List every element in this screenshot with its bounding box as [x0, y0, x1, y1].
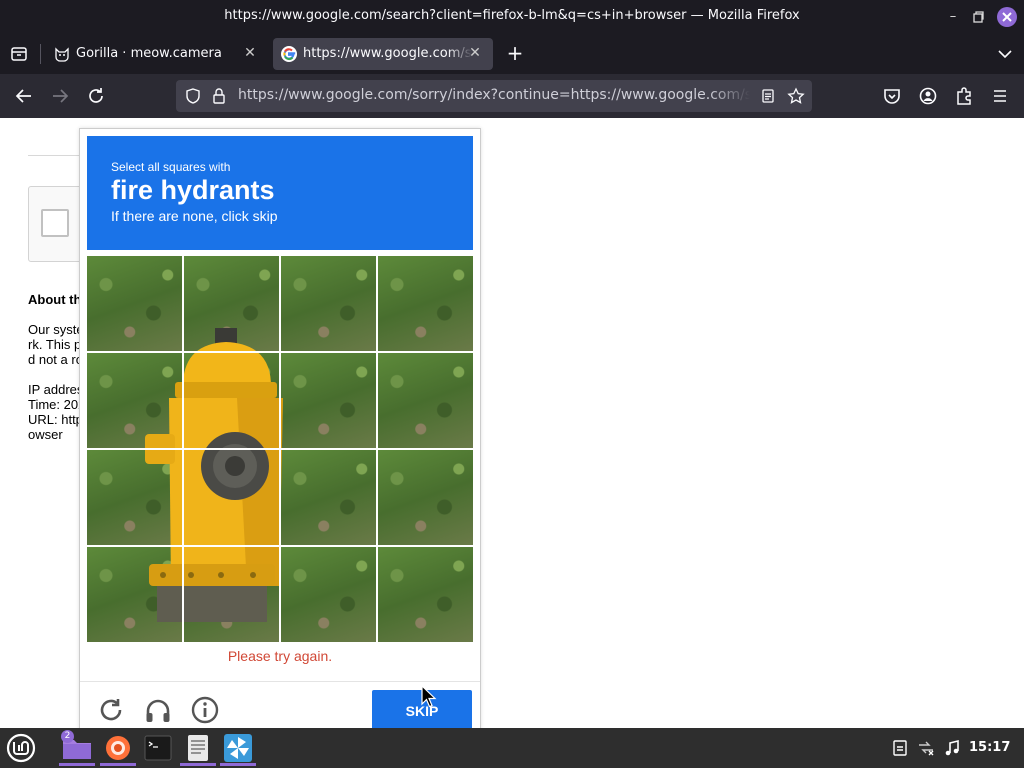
- challenge-header: Select all squares with fire hydrants If…: [87, 136, 473, 250]
- list-all-tabs-button[interactable]: [994, 43, 1016, 65]
- grid-tile[interactable]: [281, 256, 376, 351]
- pinwheel-icon: [224, 734, 252, 762]
- window-count-badge: 2: [61, 730, 74, 743]
- lock-icon[interactable]: [210, 87, 228, 105]
- text-editor-icon: [188, 735, 208, 761]
- chevron-down-icon: [998, 50, 1012, 59]
- running-indicator: [59, 763, 95, 766]
- headphones-icon: [146, 699, 170, 722]
- prompt-hint: If there are none, click skip: [111, 208, 278, 224]
- grid-tile[interactable]: [281, 450, 376, 545]
- tab-list-button[interactable]: [8, 43, 30, 65]
- bookmark-star-icon[interactable]: [787, 87, 805, 105]
- new-tab-button[interactable]: +: [504, 43, 526, 65]
- tab-close-icon[interactable]: ✕: [467, 45, 483, 61]
- audio-challenge-button[interactable]: [143, 695, 173, 725]
- grid-tile[interactable]: [184, 353, 279, 448]
- pocket-button[interactable]: [880, 84, 904, 108]
- maximize-button[interactable]: [968, 7, 988, 27]
- window-title: https://www.google.com/search?client=fir…: [224, 8, 800, 23]
- taskbar: 2 15:17: [0, 728, 1024, 768]
- shield-icon[interactable]: [184, 87, 202, 105]
- reader-view-icon[interactable]: [759, 87, 777, 105]
- grid-tile[interactable]: [378, 450, 473, 545]
- terminal-app-button[interactable]: [140, 730, 176, 766]
- mint-menu-button[interactable]: [3, 730, 39, 766]
- tab-separator: [40, 44, 41, 64]
- grid-tile[interactable]: [281, 353, 376, 448]
- help-button[interactable]: [190, 695, 220, 725]
- app-menu-button[interactable]: [988, 84, 1012, 108]
- prompt-target: fire hydrants: [111, 175, 275, 205]
- music-note-icon[interactable]: [943, 739, 961, 757]
- info-icon: [191, 696, 219, 724]
- grid-tile[interactable]: [184, 256, 279, 351]
- reload-challenge-button[interactable]: [96, 695, 126, 725]
- grid-tile[interactable]: [87, 547, 182, 642]
- mouse-cursor-icon: [421, 685, 437, 708]
- text-editor-app-button[interactable]: [180, 730, 216, 766]
- grid-tile[interactable]: [184, 547, 279, 642]
- tab-close-icon[interactable]: ✕: [242, 45, 258, 61]
- running-indicator: [180, 763, 216, 766]
- cat-favicon-icon: [54, 46, 70, 62]
- forward-button[interactable]: [48, 84, 72, 108]
- grid-tile[interactable]: [87, 450, 182, 545]
- web-page: About this page Our systems have detecte…: [0, 118, 1024, 728]
- reload-button[interactable]: [84, 84, 108, 108]
- close-icon: [1002, 12, 1012, 22]
- tab-label: https://www.google.com/sorry/index?conti…: [303, 46, 473, 61]
- firefox-app-button[interactable]: [100, 730, 136, 766]
- tab-list-icon: [11, 47, 27, 61]
- extensions-button[interactable]: [952, 84, 976, 108]
- window-titlebar: https://www.google.com/search?client=fir…: [0, 0, 1024, 34]
- grid-tile[interactable]: [378, 256, 473, 351]
- pocket-icon: [884, 89, 900, 104]
- account-button[interactable]: [916, 84, 940, 108]
- close-window-button[interactable]: [997, 7, 1017, 27]
- navigation-toolbar: https://www.google.com/sorry/index?conti…: [0, 74, 1024, 118]
- running-indicator: [100, 763, 136, 766]
- linux-mint-logo-icon: [6, 733, 36, 763]
- clipboard-tray-icon[interactable]: [891, 739, 909, 757]
- url-text: https://www.google.com/sorry/index?conti…: [238, 87, 750, 103]
- tab-bar: Gorilla · meow.camera ✕ https://www.goog…: [0, 34, 1024, 74]
- grid-tile[interactable]: [87, 256, 182, 351]
- arrow-right-icon: [53, 89, 69, 103]
- image-grid: [87, 256, 473, 642]
- refresh-icon: [100, 699, 122, 721]
- clock[interactable]: 15:17: [969, 740, 1010, 755]
- terminal-icon: [144, 735, 172, 761]
- grid-tile[interactable]: [281, 547, 376, 642]
- tab-meow-camera[interactable]: Gorilla · meow.camera ✕: [46, 38, 268, 70]
- reload-icon: [89, 88, 103, 103]
- grid-tile[interactable]: [184, 450, 279, 545]
- address-bar[interactable]: https://www.google.com/sorry/index?conti…: [176, 80, 812, 112]
- tab-label: Gorilla · meow.camera: [76, 46, 222, 61]
- grid-tile[interactable]: [378, 547, 473, 642]
- arrow-left-icon: [15, 89, 31, 103]
- account-icon: [919, 87, 937, 105]
- network-disconnected-icon[interactable]: [917, 739, 935, 757]
- minimize-button[interactable]: –: [943, 7, 963, 27]
- back-button[interactable]: [12, 84, 36, 108]
- firefox-icon: [106, 736, 130, 760]
- error-message: Please try again.: [227, 648, 333, 664]
- files-app-button[interactable]: 2: [59, 730, 95, 766]
- prompt-small: Select all squares with: [111, 160, 231, 174]
- recaptcha-checkbox[interactable]: [41, 209, 69, 237]
- hamburger-menu-icon: [994, 90, 1006, 102]
- recaptcha-challenge: Select all squares with fire hydrants If…: [79, 128, 481, 728]
- google-favicon-icon: [281, 46, 297, 62]
- restore-icon: [973, 11, 984, 23]
- grid-tile[interactable]: [87, 353, 182, 448]
- puzzle-icon: [957, 87, 971, 105]
- footer-divider: [80, 681, 480, 682]
- pinwheel-app-button[interactable]: [220, 730, 256, 766]
- grid-tile[interactable]: [378, 353, 473, 448]
- running-indicator: [220, 763, 256, 766]
- tab-google-sorry[interactable]: https://www.google.com/sorry/index?conti…: [273, 38, 493, 70]
